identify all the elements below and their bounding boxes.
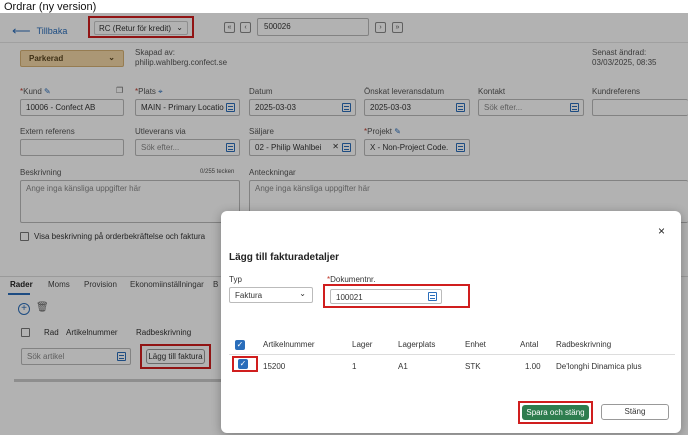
close-button[interactable]: Stäng [601, 404, 669, 420]
lookup-icon[interactable] [428, 292, 437, 301]
select-all-checkbox[interactable]: ✓ [235, 340, 245, 350]
docno-highlight: 100021 [323, 284, 470, 308]
col-antal: Antal [520, 340, 539, 349]
window-title: Ordrar (ny version) [4, 1, 97, 13]
save-highlight: Spara och stäng [518, 401, 593, 424]
col-enhet: Enhet [465, 340, 486, 349]
col-artikelnummer: Artikelnummer [263, 340, 315, 349]
docno-input[interactable]: 100021 [330, 289, 442, 304]
chevron-down-icon: ⌄ [299, 289, 306, 298]
order-page: ⟵ Tillbaka RC (Retur för kredit) ⌄ « ‹ 50… [0, 13, 688, 435]
type-select[interactable]: Faktura ⌄ [229, 287, 313, 303]
row-checkbox[interactable]: ✓ [238, 359, 248, 369]
table-divider [229, 354, 675, 355]
invoice-details-modal: × Lägg till fakturadetaljer Typ Faktura ⌄… [221, 211, 681, 433]
row-location: A1 [398, 362, 408, 371]
row-warehouse: 1 [352, 362, 357, 371]
row-checkbox-highlight: ✓ [232, 356, 258, 372]
docno-label: *Dokumentnr. [327, 275, 376, 284]
type-label: Typ [229, 275, 242, 284]
modal-title: Lägg till fakturadetaljer [229, 252, 340, 263]
col-lagerplats: Lagerplats [398, 340, 436, 349]
col-lager: Lager [352, 340, 373, 349]
row-qty: 1.00 [525, 362, 541, 371]
col-radbeskrivning: Radbeskrivning [556, 340, 612, 349]
save-close-button[interactable]: Spara och stäng [522, 405, 589, 420]
row-article: 15200 [263, 362, 286, 371]
close-icon[interactable]: × [658, 224, 665, 238]
row-unit: STK [465, 362, 481, 371]
row-desc: De'longhi Dinamica plus [556, 362, 642, 371]
